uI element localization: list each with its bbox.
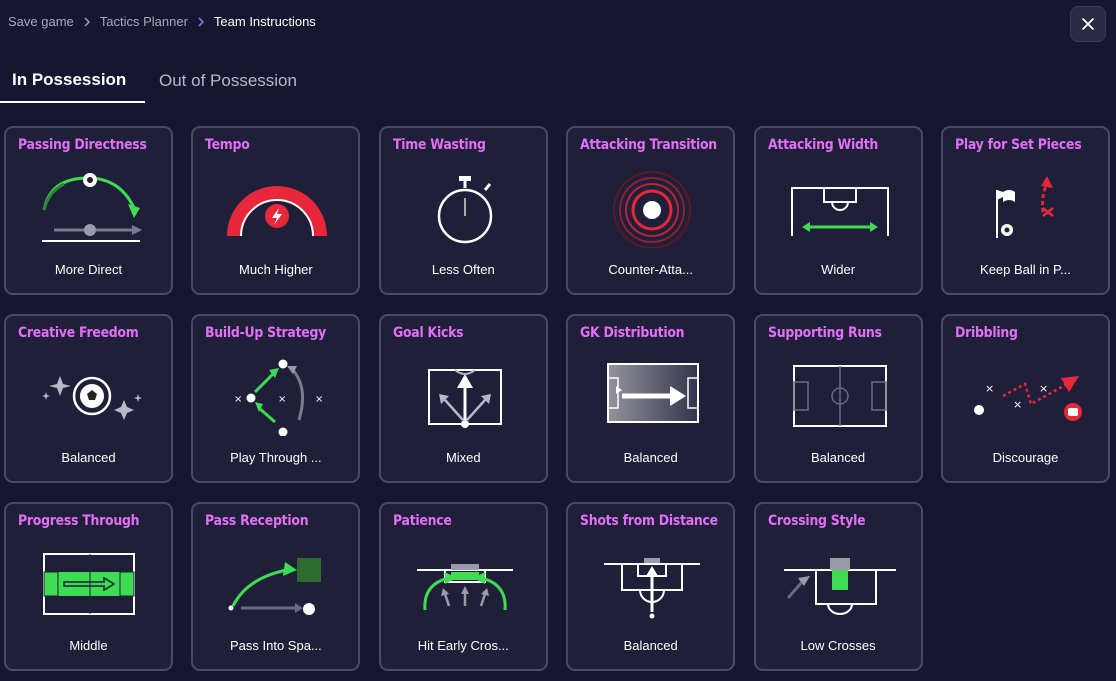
svg-text:×: ×	[985, 382, 994, 395]
chevron-right-icon	[194, 15, 208, 29]
card-title: Supporting Runs	[767, 325, 882, 341]
crossing-style-icon	[783, 558, 896, 615]
card-value: Balanced	[623, 638, 678, 653]
card-value: Middle	[69, 638, 108, 653]
chevron-right-icon	[80, 15, 94, 29]
card-title: Tempo	[205, 137, 250, 153]
card-title: Patience	[392, 513, 452, 529]
card-goal-kicks[interactable]: Goal Kicks Mixed	[378, 314, 548, 483]
card-crossing-style[interactable]: Crossing Style Low Crosses	[753, 502, 923, 671]
card-passing-directness[interactable]: Passing Directness More Direct	[4, 126, 173, 295]
breadcrumb-item-save-game[interactable]: Save game	[8, 14, 74, 29]
svg-text:×: ×	[315, 394, 323, 405]
tab-out-of-possession[interactable]: Out of Possession	[159, 58, 297, 103]
card-creative-freedom[interactable]: Creative Freedom Balanced	[4, 314, 173, 483]
card-title: Time Wasting	[392, 137, 486, 153]
card-value: Pass Into Spa...	[230, 638, 322, 653]
svg-text:×: ×	[278, 394, 286, 405]
close-icon	[1082, 18, 1094, 30]
possession-tabs: In Possession Out of Possession	[0, 58, 420, 103]
card-patience[interactable]: Patience Hit Early Cros...	[378, 502, 548, 671]
card-title: GK Distribution	[580, 325, 685, 341]
card-value: Less Often	[431, 262, 495, 277]
breadcrumb: Save game Tactics Planner Team Instructi…	[8, 14, 316, 29]
card-gk-distribution[interactable]: GK Distribution Balanced	[566, 314, 736, 483]
card-play-for-set-pieces[interactable]: Play for Set Pieces Keep Ball in P...	[940, 126, 1110, 295]
card-title: Play for Set Pieces	[954, 137, 1082, 153]
card-attacking-width[interactable]: Attacking Width Wider	[753, 126, 923, 295]
shots-distance-icon	[604, 558, 701, 619]
card-value: Mixed	[445, 450, 481, 465]
card-shots-from-distance[interactable]: Shots from Distance Balanced	[566, 502, 736, 671]
card-title: Shots from Distance	[580, 513, 719, 529]
instruction-grid: Passing Directness More Direct Tempo Muc…	[4, 126, 1110, 671]
card-time-wasting[interactable]: Time Wasting Less Often	[378, 126, 548, 295]
progress-middle-icon	[43, 553, 135, 615]
svg-text:×: ×	[1039, 382, 1048, 395]
card-tempo[interactable]: Tempo Much Higher	[191, 126, 361, 295]
card-value: More Direct	[54, 262, 123, 277]
card-value: Wider	[821, 262, 856, 277]
card-title: Attacking Width	[767, 137, 878, 153]
card-title: Creative Freedom	[18, 325, 139, 341]
card-title: Passing Directness	[18, 137, 147, 153]
goal-kick-icon	[427, 369, 502, 428]
card-build-up-strategy[interactable]: Build-Up Strategy × × × Play Through ...	[191, 314, 361, 483]
card-title: Goal Kicks	[392, 325, 464, 341]
card-value: Much Higher	[239, 262, 313, 277]
card-title: Progress Through	[18, 513, 140, 529]
card-title: Build-Up Strategy	[205, 325, 327, 341]
card-title: Pass Reception	[205, 513, 309, 529]
dribbling-icon: × × ×	[973, 376, 1082, 421]
card-dribbling[interactable]: Dribbling × × × Discourage	[940, 314, 1110, 483]
target-rings-icon	[613, 171, 692, 248]
svg-text:×: ×	[234, 394, 242, 405]
card-value: Balanced	[623, 450, 678, 465]
passing-directness-icon	[42, 173, 142, 242]
card-value: Low Crosses	[800, 638, 876, 653]
tempo-gauge-icon	[227, 186, 328, 237]
card-pass-reception[interactable]: Pass Reception Pass Into Spa...	[191, 502, 361, 671]
stopwatch-icon	[437, 176, 493, 244]
card-value: Hit Early Cros...	[417, 638, 509, 653]
build-up-icon: × × ×	[234, 359, 324, 436]
sparkle-ball-icon	[42, 376, 142, 420]
card-value: Play Through ...	[230, 450, 322, 465]
gk-distribution-icon	[607, 363, 700, 423]
card-value: Keep Ball in P...	[980, 262, 1071, 277]
breadcrumb-item-team-instructions: Team Instructions	[213, 14, 316, 29]
card-progress-through[interactable]: Progress Through Middle	[4, 502, 173, 671]
card-title: Crossing Style	[767, 513, 866, 529]
pitch-width-icon	[790, 187, 889, 236]
patience-icon	[416, 564, 513, 611]
close-button[interactable]	[1070, 6, 1106, 42]
card-value: Balanced	[810, 450, 866, 465]
card-title: Dribbling	[954, 325, 1018, 341]
tab-in-possession[interactable]: In Possession	[0, 58, 145, 103]
breadcrumb-item-tactics-planner[interactable]: Tactics Planner	[100, 14, 188, 29]
pass-reception-icon	[228, 558, 322, 615]
card-value: Discourage	[992, 450, 1059, 465]
card-supporting-runs[interactable]: Supporting Runs Balanced	[753, 314, 923, 483]
svg-text:×: ×	[1013, 398, 1022, 411]
card-value: Counter-Atta...	[608, 262, 693, 277]
card-title: Attacking Transition	[580, 137, 718, 153]
corner-flag-icon	[995, 176, 1054, 238]
pitch-icon	[792, 365, 887, 427]
card-value: Balanced	[61, 450, 116, 465]
card-attacking-transition[interactable]: Attacking Transition Counter-Atta...	[566, 126, 736, 295]
